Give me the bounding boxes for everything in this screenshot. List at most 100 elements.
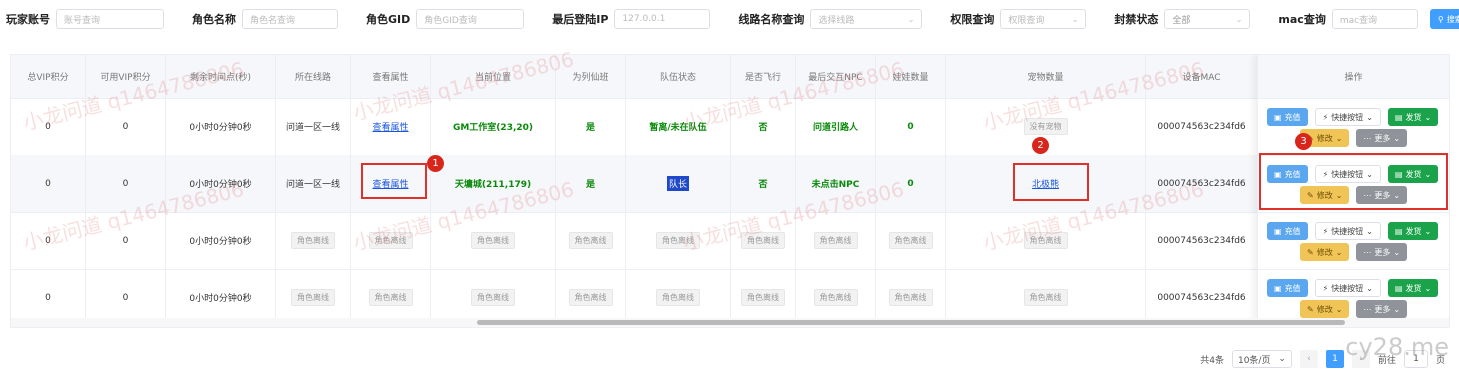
- role-name-input[interactable]: 角色名查询: [242, 9, 338, 29]
- recharge-button[interactable]: ▣ 充值: [1267, 108, 1308, 126]
- line-query-select[interactable]: 选择线路 ⌄: [810, 9, 923, 29]
- role-gid-input[interactable]: 角色GID查询: [416, 9, 525, 29]
- total-count: 共4条: [1200, 355, 1224, 366]
- header-cell: 宠物数量: [946, 55, 1146, 98]
- more-dropdown[interactable]: ⋯ 更多 ⌄: [1356, 243, 1408, 261]
- line-cell: 问道一区一线: [276, 98, 351, 155]
- mac-cell: 000074563c234fd6: [1146, 155, 1258, 212]
- recharge-button[interactable]: ▣ 充值: [1267, 222, 1308, 240]
- search-button[interactable]: ⚲ 搜索: [1429, 9, 1459, 29]
- offline-badge: 角色离线: [291, 232, 335, 249]
- modify-dropdown[interactable]: ✎修改⌄: [1300, 243, 1350, 261]
- quick-actions-dropdown[interactable]: ⚡ 快捷按钮 ⌄: [1314, 279, 1381, 297]
- chevron-down-icon: ⌄: [1393, 133, 1401, 143]
- actions-header: 操作: [1258, 55, 1449, 99]
- chevron-down-icon: ⌄: [1335, 304, 1343, 314]
- ban-status-label: 封禁状态: [1114, 13, 1159, 26]
- chevron-down-icon: ⌄: [1366, 112, 1373, 122]
- remaining-time-cell: 0小时0分钟0秒: [166, 98, 276, 155]
- quick-actions-dropdown[interactable]: ⚡ 快捷按钮 ⌄: [1314, 222, 1381, 240]
- recharge-button[interactable]: ▣ 充值: [1267, 279, 1308, 297]
- header-cell: 设备MAC: [1146, 55, 1258, 98]
- team-status-text: 队长: [666, 176, 689, 191]
- chevron-down-icon: ⌄: [1393, 304, 1401, 314]
- scrollbar-thumb[interactable]: [477, 320, 1345, 325]
- header-cell: 最后交互NPC: [796, 55, 876, 98]
- ellipsis-icon: ⋯: [1363, 304, 1372, 314]
- dolls-cell: 0: [876, 98, 946, 155]
- fly-cell: 否: [731, 155, 796, 212]
- chevron-down-icon: ⌄: [1335, 247, 1343, 257]
- header-cell: 所在线路: [276, 55, 351, 98]
- page-size-select[interactable]: 10条/页 ⌄: [1231, 350, 1292, 368]
- chevron-down-icon: ⌄: [1071, 14, 1079, 24]
- dolls-cell: 0: [876, 155, 946, 212]
- wallet-icon: ▣: [1274, 226, 1282, 236]
- quick-actions-dropdown[interactable]: ⚡ 快捷按钮 ⌄: [1314, 108, 1381, 126]
- table-header: 总VIP积分 可用VIP积分 剩余时间点(秒) 所在线路 查看属性 当前位置 为…: [11, 55, 1449, 99]
- offline-badge: 角色离线: [471, 289, 515, 306]
- chevron-down-icon: ⌄: [1424, 112, 1432, 122]
- player-table: 总VIP积分 可用VIP积分 剩余时间点(秒) 所在线路 查看属性 当前位置 为…: [10, 54, 1450, 328]
- box-icon: ▤: [1394, 112, 1403, 122]
- edit-icon: ✎: [1307, 304, 1314, 314]
- header-cell: 是否飞行: [731, 55, 796, 98]
- more-dropdown[interactable]: ⋯ 更多 ⌄: [1356, 300, 1408, 318]
- offline-badge: 角色离线: [813, 289, 858, 306]
- table-row: 0 0 0小时0分钟0秒 角色离线 角色离线 角色离线 角色离线 角色离线 角色…: [11, 212, 1449, 270]
- prev-page-button[interactable]: ‹: [1299, 350, 1318, 368]
- offline-badge: 角色离线: [813, 232, 858, 249]
- chevron-down-icon: ⌄: [1366, 226, 1373, 236]
- bolt-icon: ⚡: [1322, 283, 1329, 293]
- line-query-label: 线路名称查询: [738, 13, 805, 26]
- offline-badge: 角色离线: [291, 289, 335, 306]
- permission-query-select[interactable]: 权限查询 ⌄: [1000, 9, 1087, 29]
- mac-query-label: mac查询: [1278, 13, 1326, 26]
- highlight-box-attributes: [361, 163, 427, 199]
- edit-icon: ✎: [1307, 247, 1314, 257]
- offline-badge: 角色离线: [741, 232, 785, 249]
- last-login-ip-input[interactable]: 127.0.0.1: [614, 9, 711, 29]
- mac-query-input[interactable]: mac查询: [1331, 9, 1418, 29]
- action-row: ▣充值 ⚡快捷按钮⌄ ▤发货⌄ ✎修改⌄ ⋯更多⌄: [1258, 98, 1449, 156]
- npc-cell: 角色离线: [796, 212, 876, 269]
- table-row: 0 0 0小时0分钟0秒 问道一区一线 查看属性 天墉城(211,179) 是 …: [11, 155, 1449, 213]
- header-cell: 剩余时间点(秒): [166, 55, 276, 98]
- role-name-label: 角色名称: [192, 13, 236, 26]
- attr-cell: 查看属性: [351, 98, 431, 155]
- team-cell: 暂离/未在队伍: [626, 98, 731, 155]
- total-vip-cell: 0: [11, 212, 86, 269]
- offline-badge: 角色离线: [368, 289, 413, 306]
- chevron-down-icon: ⌄: [1393, 247, 1401, 257]
- mac-cell: 000074563c234fd6: [1146, 98, 1258, 155]
- line-cell: 角色离线: [276, 212, 351, 269]
- wallet-icon: ▣: [1274, 283, 1282, 293]
- header-cell: 可用VIP积分: [86, 55, 166, 98]
- team-cell: 队长: [626, 155, 731, 212]
- offline-badge: 角色离线: [368, 232, 413, 249]
- role-gid-label: 角色GID: [366, 13, 411, 26]
- page-number-current[interactable]: 1: [1325, 350, 1344, 368]
- fly-cell: 角色离线: [731, 212, 796, 269]
- player-account-input[interactable]: 账号查询: [56, 9, 164, 29]
- ban-status-select[interactable]: 全部 ⌄: [1164, 9, 1251, 29]
- more-dropdown[interactable]: ⋯ 更多 ⌄: [1356, 129, 1408, 147]
- view-attributes-link[interactable]: 查看属性: [372, 120, 408, 133]
- horizontal-scrollbar[interactable]: [11, 318, 1449, 327]
- pets-badge: 没有宠物: [1023, 118, 1068, 135]
- last-login-ip-label: 最后登陆IP: [552, 13, 609, 26]
- bolt-icon: ⚡: [1322, 226, 1329, 236]
- xian-cell: 是: [556, 155, 626, 212]
- offline-badge: 角色离线: [568, 289, 613, 306]
- wallet-icon: ▣: [1274, 112, 1282, 122]
- ship-dropdown[interactable]: ▤ 发货 ⌄: [1387, 279, 1439, 297]
- chevron-left-icon: ‹: [1307, 354, 1311, 364]
- ship-dropdown[interactable]: ▤ 发货 ⌄: [1387, 222, 1439, 240]
- offline-badge: 角色离线: [888, 289, 933, 306]
- remaining-time-cell: 0小时0分钟0秒: [166, 212, 276, 269]
- highlight-box-actions: [1259, 153, 1448, 210]
- modify-dropdown[interactable]: ✎修改⌄: [1300, 300, 1350, 318]
- ship-dropdown[interactable]: ▤ 发货 ⌄: [1387, 108, 1439, 126]
- position-cell: 角色离线: [431, 212, 556, 269]
- chevron-down-icon: ⌄: [1235, 14, 1243, 24]
